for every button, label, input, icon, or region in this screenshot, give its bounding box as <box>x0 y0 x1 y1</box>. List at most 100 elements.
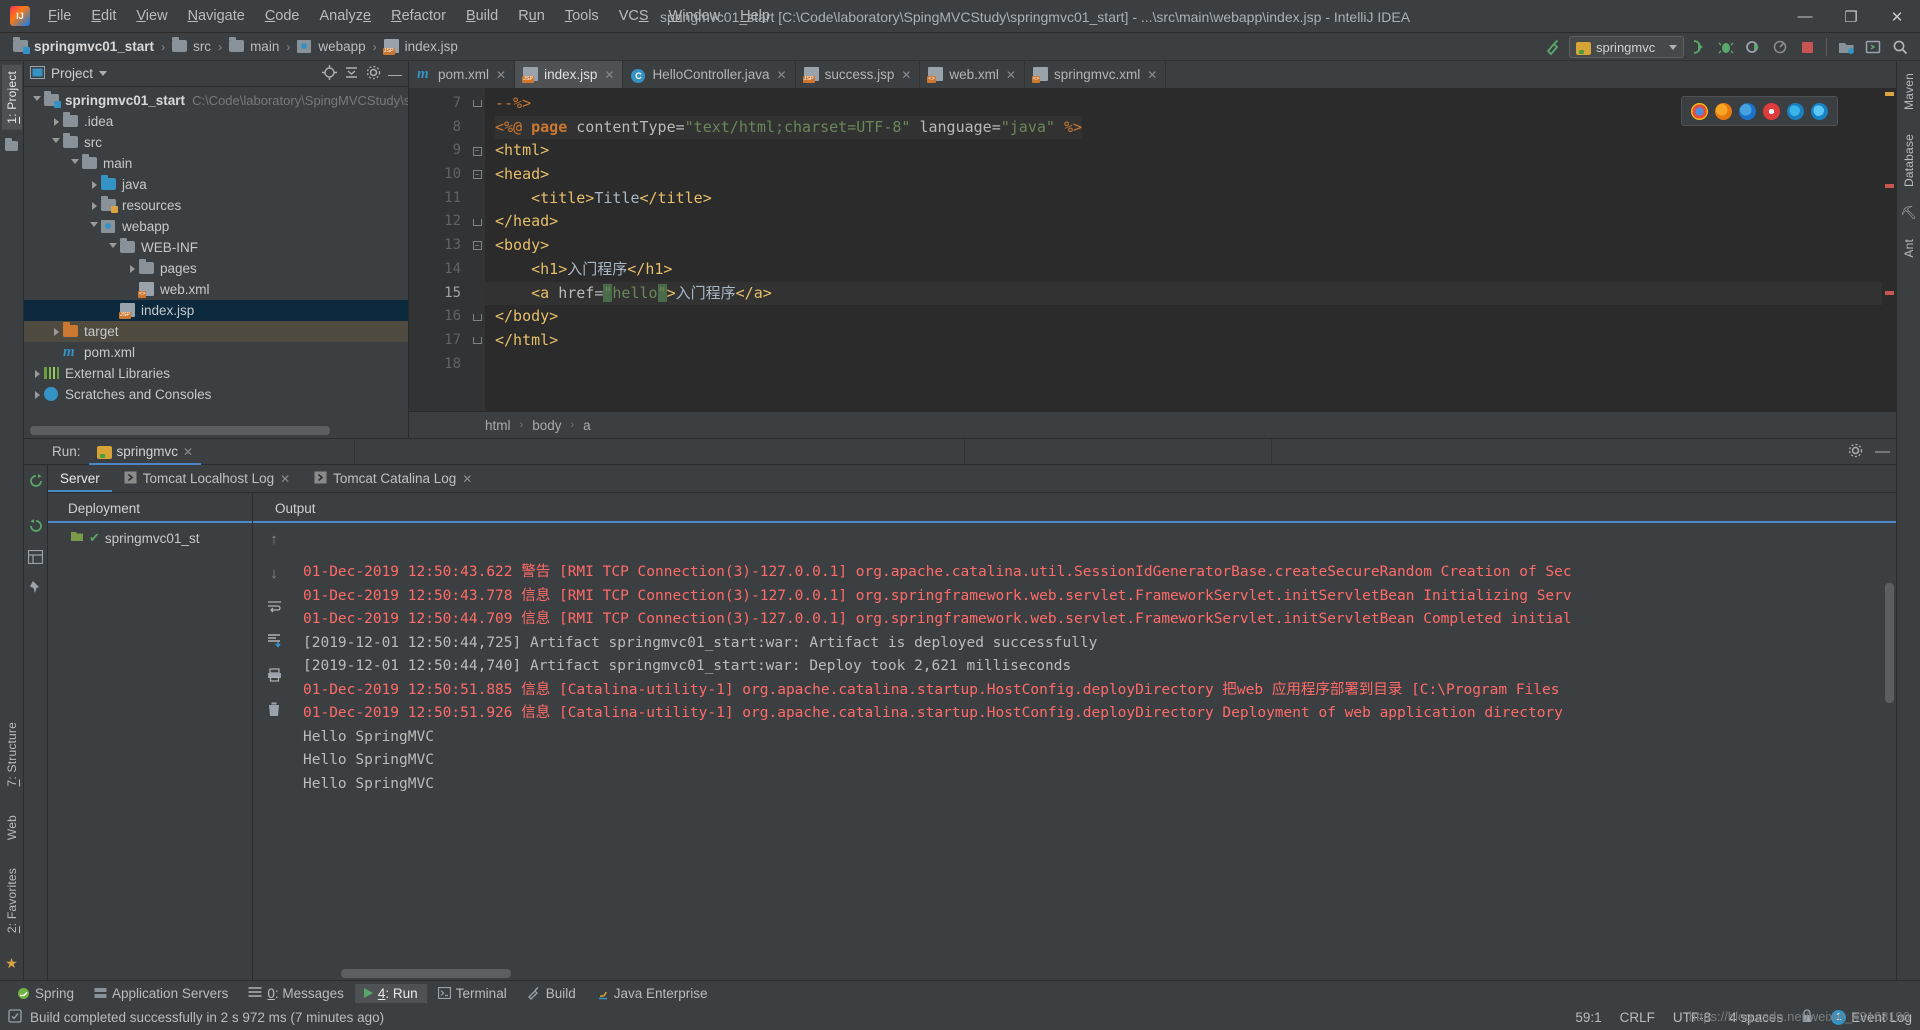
fold-region-end-icon[interactable] <box>469 305 485 329</box>
code-line[interactable]: </html> <box>485 329 1896 353</box>
line-number[interactable]: 12 <box>409 210 469 234</box>
caret-position[interactable]: 59:1 <box>1575 1010 1601 1025</box>
build-project-button[interactable] <box>1542 35 1566 59</box>
collapse-arrow-icon[interactable] <box>87 222 101 231</box>
maximize-button[interactable]: ❐ <box>1828 0 1874 33</box>
menu-edit[interactable]: Edit <box>81 4 126 28</box>
editor-tab-springmvc-xml[interactable]: springmvc.xml ✕ <box>1025 61 1167 88</box>
expand-arrow-icon[interactable] <box>30 390 44 399</box>
fold-region-end-icon[interactable] <box>469 329 485 353</box>
editor-scrollbar[interactable] <box>1882 88 1896 411</box>
favorites-star-icon[interactable]: ★ <box>5 955 18 972</box>
scroll-down-icon[interactable]: ↓ <box>270 565 278 582</box>
tool-tab-web[interactable]: Web <box>2 809 22 846</box>
close-icon[interactable]: ✕ <box>1147 68 1157 82</box>
chevron-down-icon[interactable] <box>99 71 108 76</box>
close-icon[interactable]: ✕ <box>604 68 614 82</box>
update-application-button[interactable] <box>1834 35 1858 59</box>
breadcrumb-a[interactable]: a <box>583 418 591 433</box>
minimize-icon[interactable]: — <box>1875 444 1890 459</box>
close-icon[interactable]: ✕ <box>280 472 290 486</box>
fold-region-end-icon[interactable] <box>469 210 485 234</box>
tool-tab-maven[interactable]: Maven <box>1899 67 1919 116</box>
code-line[interactable]: <h1>入门程序</h1> <box>485 258 1896 282</box>
fold-collapse-icon[interactable]: − <box>469 139 485 163</box>
console-horizontal-scrollbar[interactable] <box>253 967 1896 980</box>
ant-icon[interactable]: ⛏ <box>1900 205 1917 221</box>
expand-arrow-icon[interactable] <box>30 369 44 378</box>
code-editor[interactable]: 7 8 9 10 11 12 13 14 15 16 17 18 − − − --%> <%@ page … <box>409 88 1896 411</box>
tree-node-resources[interactable]: resources <box>24 195 408 216</box>
fold-region-end-icon[interactable] <box>469 92 485 116</box>
collapse-arrow-icon[interactable] <box>106 243 120 252</box>
editor-tab-pom-xml[interactable]: m pom.xml ✕ <box>409 61 516 88</box>
menu-vcs[interactable]: VCS <box>609 4 659 28</box>
line-separator[interactable]: CRLF <box>1620 1010 1655 1025</box>
line-number[interactable]: 17 <box>409 329 469 353</box>
editor-tab-web-xml[interactable]: web.xml ✕ <box>920 61 1025 88</box>
line-number[interactable]: 15 <box>409 282 469 306</box>
profile-button[interactable] <box>1768 35 1792 59</box>
run-subtab-tomcat-localhost-log[interactable]: Tomcat Localhost Log ✕ <box>112 465 302 492</box>
run-subtab-tomcat-catalina-log[interactable]: Tomcat Catalina Log ✕ <box>302 465 484 492</box>
close-icon[interactable]: ✕ <box>183 445 193 459</box>
firefox-icon[interactable] <box>1739 102 1756 120</box>
close-icon[interactable]: ✕ <box>777 68 787 82</box>
tree-node-web-inf[interactable]: WEB-INF <box>24 237 408 258</box>
tool-tab-project[interactable]: 1: Project <box>1 65 22 130</box>
line-number[interactable]: 8 <box>409 116 469 140</box>
code-line[interactable]: <head> <box>485 163 1896 187</box>
breadcrumb-html[interactable]: html <box>485 418 511 433</box>
tool-window-java-enterprise[interactable]: Java Enterprise <box>587 984 717 1003</box>
chrome-icon[interactable] <box>1691 102 1708 120</box>
code-folding-gutter[interactable]: − − − <box>469 88 485 411</box>
edge-icon[interactable] <box>1787 102 1804 120</box>
fold-collapse-icon[interactable]: − <box>469 234 485 258</box>
menu-analyze[interactable]: Analyze <box>310 4 382 28</box>
run-subtab-server[interactable]: Server <box>48 465 112 492</box>
menu-build[interactable]: Build <box>456 4 508 28</box>
code-line[interactable]: </head> <box>485 210 1896 234</box>
menu-navigate[interactable]: Navigate <box>178 4 255 28</box>
console-scroll-thumb[interactable] <box>1885 583 1894 703</box>
code-line[interactable]: <a href="hello">入门程序</a> <box>485 281 1896 306</box>
soft-wrap-icon[interactable] <box>267 599 282 616</box>
collapse-arrow-icon[interactable] <box>30 96 44 105</box>
code-line[interactable]: <body> <box>485 234 1896 258</box>
code-line[interactable]: </body> <box>485 305 1896 329</box>
collapse-arrow-icon[interactable] <box>68 159 82 168</box>
tree-node-springmvc01-start[interactable]: springmvc01_start C:\Code\laboratory\Spin… <box>24 90 408 111</box>
tool-tab-database[interactable]: Database <box>1899 128 1919 193</box>
run-button[interactable] <box>1687 35 1711 59</box>
code-line[interactable] <box>485 353 1896 377</box>
hide-panel-icon[interactable]: — <box>388 67 402 81</box>
restart-icon[interactable] <box>28 518 44 537</box>
tree-node-src[interactable]: src <box>24 132 408 153</box>
tool-window-0-messages[interactable]: 0: Messages <box>239 984 353 1003</box>
close-button[interactable]: ✕ <box>1874 0 1920 33</box>
tree-node-webapp[interactable]: webapp <box>24 216 408 237</box>
editor-tab-hellocontroller-java[interactable]: C HelloController.java ✕ <box>623 61 796 88</box>
pin-icon[interactable] <box>28 580 43 598</box>
tree-node-external-libraries[interactable]: External Libraries <box>24 363 408 384</box>
tree-node-java[interactable]: java <box>24 174 408 195</box>
expand-arrow-icon[interactable] <box>125 264 139 273</box>
line-number[interactable]: 11 <box>409 187 469 211</box>
close-icon[interactable]: ✕ <box>1006 68 1016 82</box>
project-settings-gear-icon[interactable] <box>366 65 381 83</box>
code-line[interactable]: <html> <box>485 139 1896 163</box>
line-number[interactable]: 16 <box>409 305 469 329</box>
line-number[interactable]: 9 <box>409 139 469 163</box>
code-line[interactable]: <title>Title</title> <box>485 187 1896 211</box>
run-configuration-selector[interactable]: springmvc <box>1569 36 1684 58</box>
deployment-header[interactable]: Deployment <box>48 493 252 523</box>
scroll-to-end-icon[interactable] <box>267 633 282 651</box>
menu-view[interactable]: View <box>126 4 177 28</box>
tree-node--idea[interactable]: .idea <box>24 111 408 132</box>
print-icon[interactable] <box>267 668 282 685</box>
deployment-artifact-row[interactable]: ✔ springmvc01_st <box>48 530 252 546</box>
collapse-all-icon[interactable] <box>344 65 359 83</box>
menu-code[interactable]: Code <box>255 4 310 28</box>
collapse-arrow-icon[interactable] <box>49 138 63 147</box>
editor-tab-index-jsp[interactable]: index.jsp ✕ <box>515 61 624 88</box>
